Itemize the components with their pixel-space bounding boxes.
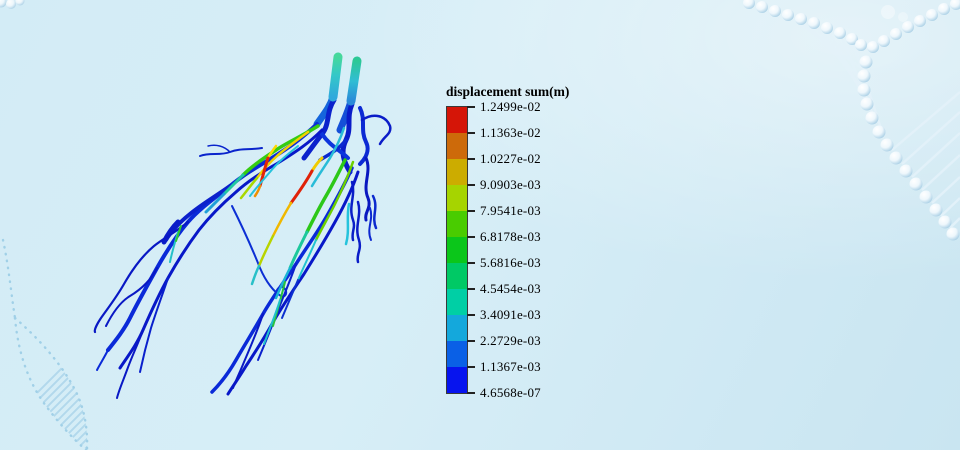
tick-label: 1.2499e-02 bbox=[480, 99, 541, 115]
colorbar-band bbox=[447, 315, 467, 341]
tick-label: 4.6568e-07 bbox=[480, 385, 541, 401]
tick-label: 1.1363e-02 bbox=[480, 125, 541, 141]
legend-body: 1.2499e-021.1363e-021.0227e-029.0903e-03… bbox=[446, 106, 569, 394]
legend-tick: 4.6568e-07 bbox=[467, 385, 541, 401]
legend-tick: 6.8178e-03 bbox=[467, 229, 541, 245]
tick-label: 1.0227e-02 bbox=[480, 151, 541, 167]
legend-tick: 2.2729e-03 bbox=[467, 333, 541, 349]
colorbar-band bbox=[447, 159, 467, 185]
corner-beads-decoration bbox=[0, 0, 25, 9]
colorbar-band bbox=[447, 367, 467, 393]
legend-tick: 5.6816e-03 bbox=[467, 255, 541, 271]
bubble-decoration bbox=[881, 5, 895, 19]
tick-mark-icon bbox=[467, 132, 475, 134]
tick-mark-icon bbox=[467, 262, 475, 264]
colorbar-band bbox=[447, 185, 467, 211]
colorbar-band bbox=[447, 133, 467, 159]
legend-tick: 1.1367e-03 bbox=[467, 359, 541, 375]
colorbar-band bbox=[447, 341, 467, 367]
tick-label: 4.5454e-03 bbox=[480, 281, 541, 297]
colorbar-band bbox=[447, 289, 467, 315]
tick-label: 9.0903e-03 bbox=[480, 177, 541, 193]
legend-colorbar bbox=[446, 106, 468, 394]
legend-tick: 4.5454e-03 bbox=[467, 281, 541, 297]
tick-mark-icon bbox=[467, 288, 475, 290]
tick-mark-icon bbox=[467, 210, 475, 212]
legend-ticks: 1.2499e-021.1363e-021.0227e-029.0903e-03… bbox=[467, 107, 577, 393]
vessel-model bbox=[95, 57, 391, 398]
colorbar-band bbox=[447, 211, 467, 237]
bubble-decoration bbox=[898, 12, 908, 22]
tick-label: 6.8178e-03 bbox=[480, 229, 541, 245]
colorbar-band bbox=[447, 237, 467, 263]
vessel-left-branch bbox=[95, 124, 322, 398]
legend-tick: 9.0903e-03 bbox=[467, 177, 541, 193]
tick-label: 7.9541e-03 bbox=[480, 203, 541, 219]
colorbar-band bbox=[447, 107, 467, 133]
colorbar-band bbox=[447, 263, 467, 289]
legend-tick: 1.2499e-02 bbox=[467, 99, 541, 115]
tick-label: 5.6816e-03 bbox=[480, 255, 541, 271]
dna-helix-decoration bbox=[743, 0, 960, 241]
legend-title: displacement sum(m) bbox=[446, 83, 569, 100]
tick-mark-icon bbox=[467, 106, 475, 108]
vessel-inlet-tubes bbox=[333, 57, 357, 101]
legend-tick: 7.9541e-03 bbox=[467, 203, 541, 219]
legend-tick: 1.0227e-02 bbox=[467, 151, 541, 167]
legend: displacement sum(m) 1.2499e-02 1.1363e-02… bbox=[446, 83, 569, 394]
tick-label: 1.1367e-03 bbox=[480, 359, 541, 375]
tick-mark-icon bbox=[467, 184, 475, 186]
tick-mark-icon bbox=[467, 392, 475, 394]
page: { "legend": { "title": "displacement sum… bbox=[0, 0, 960, 450]
tick-mark-icon bbox=[467, 236, 475, 238]
legend-tick: 3.4091e-03 bbox=[467, 307, 541, 323]
dna-watermark-decoration bbox=[0, 240, 240, 450]
tick-label: 3.4091e-03 bbox=[480, 307, 541, 323]
tick-mark-icon bbox=[467, 340, 475, 342]
tick-mark-icon bbox=[467, 314, 475, 316]
tick-mark-icon bbox=[467, 158, 475, 160]
tick-mark-icon bbox=[467, 366, 475, 368]
legend-tick: 1.1363e-02 bbox=[467, 125, 541, 141]
tick-label: 2.2729e-03 bbox=[480, 333, 541, 349]
